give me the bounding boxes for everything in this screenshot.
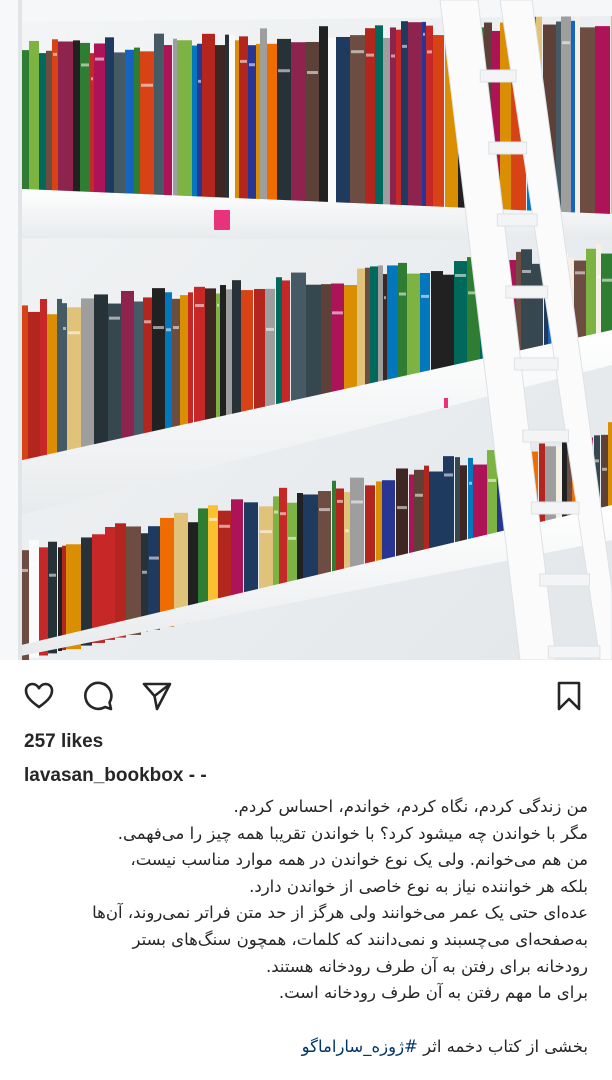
owner-line: lavasan_bookbox - -: [24, 765, 207, 787]
caption-line: من زندگی کردم، نگاه کردم، خواندم، احساس …: [233, 797, 588, 816]
like-button[interactable]: [21, 678, 57, 714]
source-text: بخشی از کتاب دخمه اثر: [417, 1037, 588, 1056]
bookshelf-photo: [0, 0, 612, 660]
post-image[interactable]: [0, 0, 612, 660]
paper-plane-icon: [142, 682, 172, 711]
caption-line: رودخانه برای رفتن به آن طرف رودخانه هستن…: [266, 956, 588, 976]
comment-bubble-icon: [84, 681, 113, 711]
caption-line: مگر با خواندن چه میشود کرد؟ با خواندن تق…: [117, 823, 588, 843]
post-caption: من زندگی کردم، نگاه کردم، خواندم، احساس …: [20, 794, 588, 1007]
likes-count[interactable]: 257 likes: [24, 731, 103, 753]
caption-dash: - -: [188, 765, 207, 786]
comment-button[interactable]: [80, 678, 116, 714]
post-action-bar: [0, 672, 612, 720]
caption-line: بلکه هر خواننده نیاز به نوع خاصی از خوان…: [249, 876, 588, 896]
bookmark-icon: [557, 681, 581, 711]
caption-line: من هم می‌خوانم. ولی یک نوع خواندن در همه…: [130, 850, 588, 870]
caption-line: برای ما مهم رفتن به آن طرف رودخانه است.: [278, 983, 588, 1003]
heart-icon: [24, 682, 54, 709]
username-link[interactable]: lavasan_bookbox: [24, 765, 183, 786]
caption-line: به‌صفحه‌ای می‌چسبند و نمی‌دانند که کلمات…: [132, 929, 588, 949]
caption-line: عده‌ای حتی یک عمر می‌خوانند ولی هرگز از …: [92, 903, 588, 923]
caption-source-line: بخشی از کتاب دخمه اثر #ژوزه_ساراماگو: [20, 1034, 588, 1060]
share-button[interactable]: [139, 678, 175, 714]
save-button[interactable]: [551, 678, 587, 714]
hashtag-link[interactable]: #ژوزه_ساراماگو: [302, 1037, 418, 1056]
